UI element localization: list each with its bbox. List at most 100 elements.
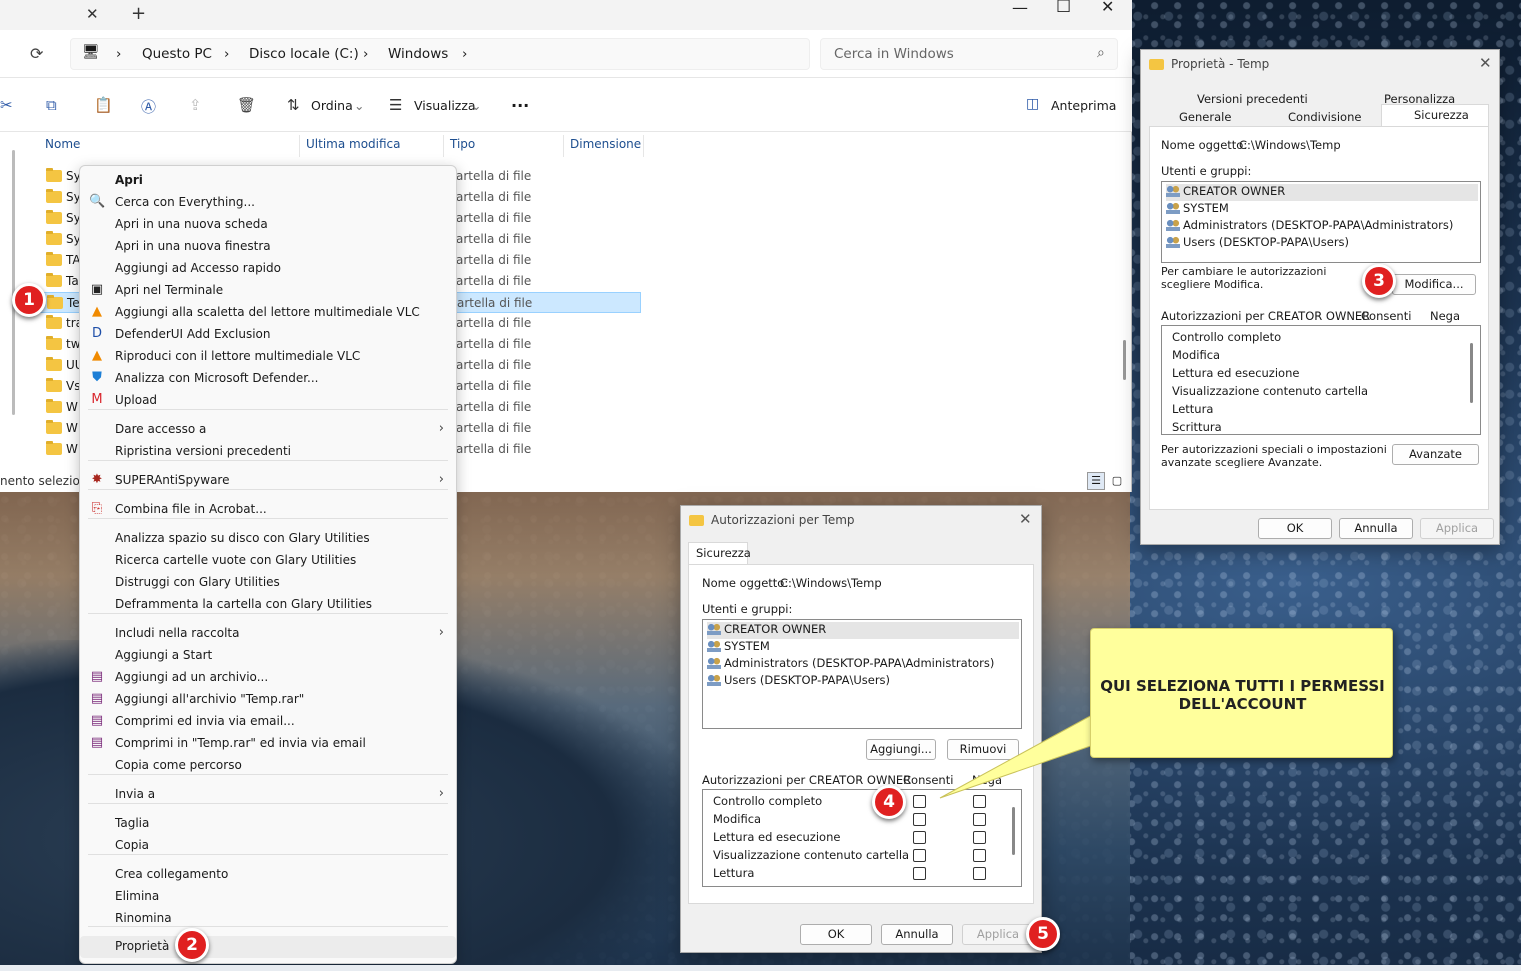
menu-item[interactable]: D DefenderUI Add Exclusion bbox=[80, 324, 456, 346]
breadcrumb[interactable]: 🖥 › Questo PC › Disco locale (C:) › Wind… bbox=[70, 38, 810, 70]
close-icon[interactable]: ✕ bbox=[1479, 54, 1492, 72]
close-tab-icon[interactable]: ✕ bbox=[86, 5, 99, 23]
close-icon[interactable]: ✕ bbox=[1019, 510, 1032, 528]
column-header-size[interactable]: Dimensione bbox=[570, 137, 641, 151]
user-group-item[interactable]: Users (DESKTOP-PAPA\Users) bbox=[707, 673, 1019, 690]
tab-sicurezza-active[interactable]: Sicurezza bbox=[688, 542, 751, 564]
users-list[interactable]: CREATOR OWNER SYSTEM Administrators (DESKT… bbox=[702, 619, 1022, 729]
tab-sicurezza-active[interactable]: Sicurezza bbox=[1381, 104, 1489, 126]
menu-item[interactable]: 🔍 Cerca con Everything... bbox=[80, 192, 456, 214]
allow-checkbox[interactable] bbox=[913, 867, 926, 880]
tiles-view-icon[interactable]: ▢ bbox=[1108, 472, 1126, 490]
column-header-date[interactable]: Ultima modifica bbox=[306, 137, 401, 151]
breadcrumb-item[interactable]: Disco locale (C:) bbox=[249, 46, 359, 62]
user-group-item[interactable]: SYSTEM bbox=[1166, 201, 1478, 218]
menu-item[interactable]: ✸ SUPERAntiSpyware › bbox=[80, 470, 456, 492]
user-group-item[interactable]: CREATOR OWNER bbox=[1166, 184, 1478, 201]
menu-item[interactable]: Apri in una nuova scheda bbox=[80, 214, 456, 236]
tab-generale[interactable]: Generale bbox=[1179, 110, 1231, 124]
search-input[interactable]: Cerca in Windows ⌕ bbox=[820, 38, 1118, 70]
menu-item[interactable]: Invia a › bbox=[80, 784, 456, 806]
menu-item[interactable]: Elimina bbox=[80, 886, 456, 908]
user-group-item[interactable]: Administrators (DESKTOP-PAPA\Administrat… bbox=[707, 656, 1019, 673]
cancel-button[interactable]: Annulla bbox=[1339, 518, 1413, 539]
deny-checkbox[interactable] bbox=[973, 849, 986, 862]
menu-item[interactable]: Includi nella raccolta › bbox=[80, 623, 456, 645]
deny-checkbox[interactable] bbox=[973, 867, 986, 880]
apply-button[interactable]: Applica bbox=[1420, 518, 1494, 539]
menu-item[interactable]: Analizza spazio su disco con Glary Utili… bbox=[80, 528, 456, 550]
menu-item[interactable]: M Upload bbox=[80, 390, 456, 412]
breadcrumb-item[interactable]: Windows bbox=[388, 46, 448, 62]
delete-icon[interactable]: 🗑 bbox=[237, 96, 256, 114]
menu-item[interactable]: Aggiungi ad Accesso rapido bbox=[80, 258, 456, 280]
close-window-icon[interactable]: ✕ bbox=[1101, 0, 1114, 16]
menu-item[interactable]: Aggiungi a Start bbox=[80, 645, 456, 667]
new-tab-icon[interactable]: + bbox=[131, 3, 146, 24]
menu-item[interactable]: Copia bbox=[80, 835, 456, 857]
user-group-item[interactable]: CREATOR OWNER bbox=[707, 622, 1019, 639]
menu-item[interactable]: ▣ Apri nel Terminale bbox=[80, 280, 456, 302]
rename-icon[interactable]: Ⓐ bbox=[141, 96, 156, 117]
tab-versioni-precedenti[interactable]: Versioni precedenti bbox=[1197, 92, 1308, 106]
user-group-item[interactable]: Administrators (DESKTOP-PAPA\Administrat… bbox=[1166, 218, 1478, 235]
permissions-scrollbar[interactable] bbox=[1012, 807, 1015, 855]
view-button[interactable]: Visualizza bbox=[414, 98, 476, 113]
menu-item[interactable]: Taglia bbox=[80, 813, 456, 835]
permissions-scrollbar[interactable] bbox=[1470, 343, 1473, 403]
maximize-icon[interactable]: ☐ bbox=[1056, 0, 1071, 17]
ok-button[interactable]: OK bbox=[800, 924, 872, 945]
edit-button[interactable]: Modifica... bbox=[1392, 274, 1476, 295]
menu-item[interactable]: ▤ Aggiungi ad un archivio... bbox=[80, 667, 456, 689]
details-view-icon[interactable]: ☰ bbox=[1087, 472, 1105, 490]
menu-item[interactable]: Copia come percorso bbox=[80, 755, 456, 777]
menu-item[interactable]: Dare accesso a › bbox=[80, 419, 456, 441]
allow-checkbox[interactable] bbox=[913, 831, 926, 844]
ok-button[interactable]: OK bbox=[1258, 518, 1332, 539]
menu-item[interactable]: Ricerca cartelle vuote con Glary Utiliti… bbox=[80, 550, 456, 572]
menu-item[interactable]: ▤ Comprimi ed invia via email... bbox=[80, 711, 456, 733]
cancel-button[interactable]: Annulla bbox=[881, 924, 953, 945]
add-button[interactable]: Aggiungi... bbox=[866, 739, 936, 760]
deny-checkbox[interactable] bbox=[973, 813, 986, 826]
user-group-item[interactable]: SYSTEM bbox=[707, 639, 1019, 656]
menu-item[interactable]: Apri in una nuova finestra bbox=[80, 236, 456, 258]
allow-checkbox[interactable] bbox=[913, 849, 926, 862]
cut-icon[interactable]: ✂ bbox=[0, 96, 13, 114]
file-list-scrollbar[interactable] bbox=[1123, 340, 1126, 380]
nav-pane-scrollbar[interactable] bbox=[12, 150, 15, 415]
users-list[interactable]: CREATOR OWNER SYSTEM Administrators (DESKT… bbox=[1161, 181, 1481, 263]
advanced-button[interactable]: Avanzate bbox=[1392, 444, 1479, 465]
menu-item[interactable]: Crea collegamento bbox=[80, 864, 456, 886]
menu-item[interactable]: Distruggi con Glary Utilities bbox=[80, 572, 456, 594]
breadcrumb-item[interactable]: Questo PC bbox=[142, 46, 212, 62]
column-header-name[interactable]: Nome bbox=[45, 137, 80, 151]
menu-item[interactable]: ▤ Aggiungi all'archivio "Temp.rar" bbox=[80, 689, 456, 711]
remove-button[interactable]: Rimuovi bbox=[947, 739, 1019, 760]
tab-condivisione[interactable]: Condivisione bbox=[1288, 110, 1361, 124]
allow-checkbox[interactable] bbox=[913, 813, 926, 826]
allow-checkbox[interactable] bbox=[913, 795, 926, 808]
menu-item[interactable]: Deframmenta la cartella con Glary Utilit… bbox=[80, 594, 456, 616]
deny-checkbox[interactable] bbox=[973, 831, 986, 844]
more-options-button[interactable]: ... bbox=[511, 92, 529, 111]
menu-item[interactable]: ▲ Aggiungi alla scaletta del lettore mult… bbox=[80, 302, 456, 324]
apply-button[interactable]: Applica bbox=[962, 924, 1034, 945]
share-icon[interactable]: ⇪ bbox=[189, 96, 202, 114]
column-header-type[interactable]: Tipo bbox=[450, 137, 475, 151]
menu-item[interactable]: Apri bbox=[80, 170, 456, 192]
menu-item[interactable]: Proprietà bbox=[80, 936, 456, 958]
sort-button[interactable]: Ordina bbox=[311, 98, 353, 113]
menu-item[interactable]: Rinomina bbox=[80, 908, 456, 930]
user-group-item[interactable]: Users (DESKTOP-PAPA\Users) bbox=[1166, 235, 1478, 252]
menu-item[interactable]: ⎘ Combina file in Acrobat... bbox=[80, 499, 456, 521]
refresh-icon[interactable]: ⟳ bbox=[30, 44, 43, 63]
minimize-icon[interactable]: — bbox=[1012, 0, 1028, 17]
menu-item[interactable]: Ripristina versioni precedenti bbox=[80, 441, 456, 463]
preview-button[interactable]: Anteprima bbox=[1051, 98, 1116, 113]
copy-icon[interactable]: ⧉ bbox=[46, 96, 57, 114]
menu-item[interactable]: ⛊ Analizza con Microsoft Defender... bbox=[80, 368, 456, 390]
menu-item[interactable]: ▲ Riproduci con il lettore multimediale V… bbox=[80, 346, 456, 368]
paste-icon[interactable]: 📋 bbox=[94, 96, 113, 114]
menu-item[interactable]: ▤ Comprimi in "Temp.rar" ed invia via ema… bbox=[80, 733, 456, 755]
